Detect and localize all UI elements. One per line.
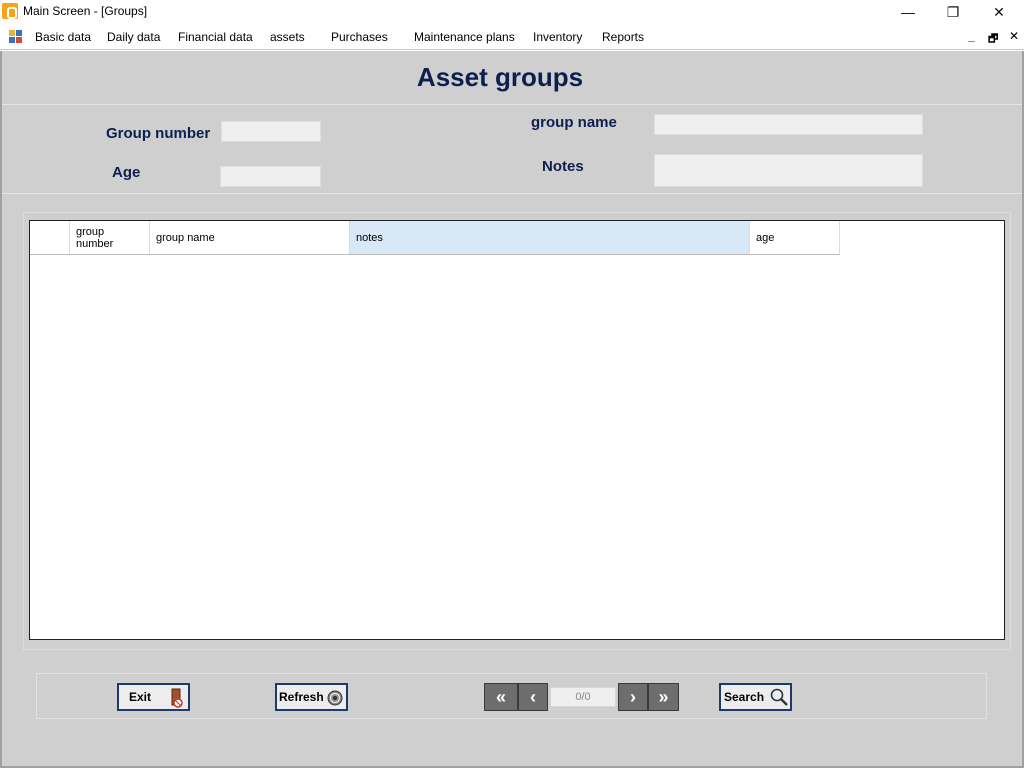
notes-field[interactable] (654, 154, 923, 187)
column-header-age[interactable]: age (750, 221, 840, 254)
group-number-field[interactable] (221, 121, 321, 142)
window-title: Main Screen - [Groups] (23, 4, 148, 18)
next-record-button[interactable]: › (618, 683, 648, 711)
minimize-button[interactable]: — (885, 0, 931, 24)
refresh-label: Refresh (279, 690, 324, 704)
first-record-button[interactable]: « (484, 683, 518, 711)
search-label: Search (724, 690, 765, 704)
exit-icon (171, 688, 183, 708)
close-icon: ✕ (993, 3, 1005, 20)
search-button[interactable]: Search (719, 683, 792, 711)
row-selector-header[interactable] (30, 221, 70, 254)
groups-grid[interactable]: group number group name notes age (29, 220, 1005, 640)
menu-basic-data[interactable]: Basic data (35, 30, 91, 44)
grid-header: group number group name notes age (30, 221, 840, 255)
exit-button[interactable]: Exit (117, 683, 190, 711)
notes-label: Notes (542, 158, 584, 175)
refresh-button[interactable]: Refresh (275, 683, 348, 711)
close-button[interactable]: ✕ (976, 0, 1022, 24)
mdi-form-icon[interactable] (9, 30, 23, 44)
title-bar: Main Screen - [Groups] — ❐ ✕ (0, 0, 1024, 24)
menu-inventory[interactable]: Inventory (533, 30, 582, 44)
previous-record-button[interactable]: ‹ (518, 683, 548, 711)
group-name-field[interactable] (654, 114, 923, 135)
minimize-icon: — (901, 4, 915, 20)
exit-label: Exit (129, 690, 152, 704)
age-field[interactable] (220, 166, 321, 187)
column-header-group-name[interactable]: group name (150, 221, 350, 254)
double-chevron-left-icon: « (495, 686, 506, 707)
menu-maintenance-plans[interactable]: Maintenance plans (414, 30, 515, 44)
last-record-button[interactable]: » (648, 683, 679, 711)
menu-financial-data[interactable]: Financial data (178, 30, 253, 44)
column-header-notes[interactable]: notes (350, 221, 750, 254)
age-label: Age (112, 164, 141, 181)
divider (2, 104, 1022, 105)
divider (2, 193, 1022, 194)
menu-purchases[interactable]: Purchases (331, 30, 388, 44)
refresh-icon (327, 690, 343, 706)
mdi-minimize-button[interactable]: _ (968, 29, 975, 43)
record-position: 0/0 (550, 687, 616, 707)
chevron-left-icon: ‹ (530, 686, 536, 707)
mdi-restore-button[interactable]: 🗗 (988, 30, 998, 49)
search-icon (770, 688, 788, 706)
group-number-label: Group number (106, 125, 211, 142)
app-icon (2, 3, 18, 19)
restore-icon: ❐ (946, 3, 960, 20)
menu-reports[interactable]: Reports (602, 30, 644, 44)
column-header-group-number[interactable]: group number (70, 221, 150, 254)
group-name-label: group name (531, 114, 617, 131)
menu-assets[interactable]: assets (270, 30, 305, 44)
restore-button[interactable]: ❐ (930, 0, 976, 24)
double-chevron-right-icon: » (658, 686, 669, 707)
menu-bar: Basic data Daily data Financial data ass… (0, 24, 1024, 50)
chevron-right-icon: › (630, 686, 636, 707)
page-title: Asset groups (416, 62, 584, 92)
mdi-close-button[interactable]: ✕ (1009, 29, 1019, 43)
menu-daily-data[interactable]: Daily data (107, 30, 160, 44)
